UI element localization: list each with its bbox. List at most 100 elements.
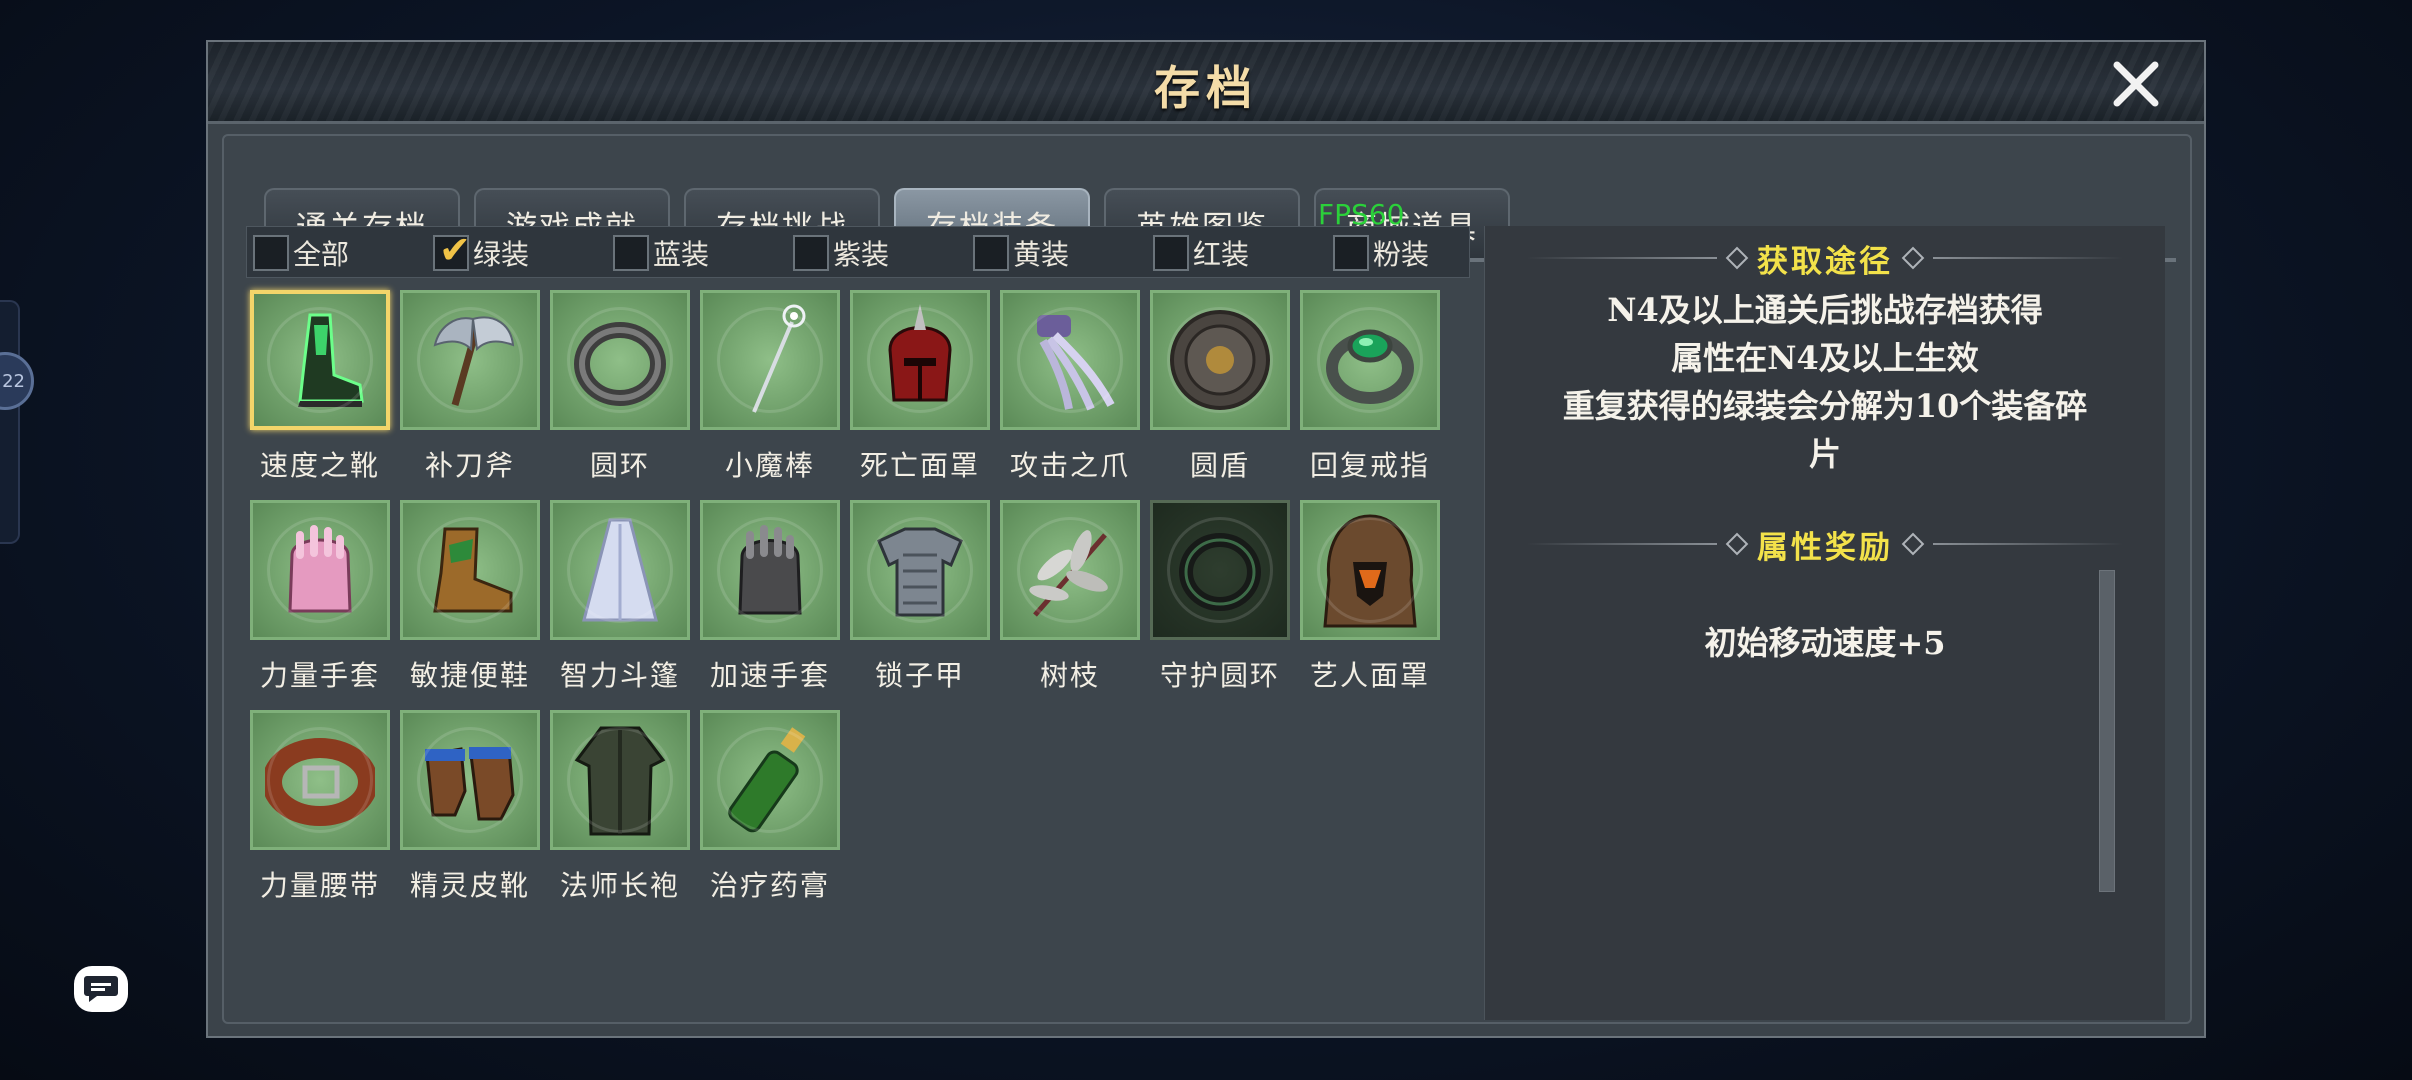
shield-icon (1170, 310, 1270, 410)
equipment-item[interactable]: 精灵皮靴 (400, 710, 540, 904)
salve-bottle-icon (728, 727, 806, 833)
item-icon-frame[interactable] (400, 500, 540, 640)
item-icon-frame[interactable] (250, 710, 390, 850)
equipment-item[interactable]: 补刀斧 (400, 290, 540, 484)
rarity-filter-bar: 全部 ✔ 绿装 蓝装 紫装 黄装 红装 粉装 (246, 226, 1470, 278)
header-divider (1527, 543, 1717, 545)
close-icon (2113, 61, 2159, 107)
item-icon-frame[interactable] (850, 290, 990, 430)
branch-icon (1029, 530, 1108, 617)
equipment-item[interactable]: 树枝 (1000, 500, 1140, 694)
obtain-description: N4及以上通关后挑战存档获得 属性在N4及以上生效 重复获得的绿装会分解为10个… (1545, 286, 2105, 478)
filter-checkbox[interactable] (793, 235, 829, 271)
checkmark-icon: ✔ (439, 228, 471, 272)
equipment-item[interactable]: 速度之靴 (250, 290, 390, 484)
slipper-icon (433, 527, 513, 613)
guard-ring-icon (1179, 533, 1261, 611)
item-name: 敏捷便鞋 (409, 659, 530, 692)
equipment-item[interactable]: 法师长袍 (550, 710, 690, 904)
item-icon-frame[interactable] (1000, 500, 1140, 640)
reward-section-header: 属性奖励 (1485, 524, 2165, 566)
equipment-item[interactable]: 圆盾 (1150, 290, 1290, 484)
item-icon-frame[interactable] (250, 500, 390, 640)
chat-button[interactable] (74, 966, 128, 1012)
diamond-ornament-icon (1725, 246, 1749, 270)
item-icon-frame[interactable] (700, 500, 840, 640)
item-name: 力量手套 (259, 659, 380, 692)
filter-purple[interactable]: 紫装 (793, 233, 889, 273)
diamond-ornament-icon (1725, 532, 1749, 556)
filter-checkbox[interactable]: ✔ (433, 231, 471, 271)
emerald-ring-icon (1326, 329, 1414, 404)
item-name: 回复戒指 (1309, 449, 1430, 482)
equipment-item[interactable]: 回复戒指 (1300, 290, 1440, 484)
chat-bubble-icon (84, 976, 118, 1002)
side-panel-tab[interactable] (0, 300, 20, 544)
equipment-item[interactable]: 智力斗篷 (550, 500, 690, 694)
ring-icon (574, 322, 666, 406)
item-name: 治疗药膏 (709, 869, 830, 902)
filter-label: 紫装 (833, 238, 890, 271)
item-icon-frame[interactable] (700, 710, 840, 850)
filter-checkbox[interactable] (1153, 235, 1189, 271)
gauntlet-icon (738, 525, 802, 615)
equipment-item[interactable]: 加速手套 (700, 500, 840, 694)
item-name: 树枝 (1039, 659, 1100, 692)
obtain-section-title: 获取途径 (1757, 243, 1893, 280)
claw-icon (1037, 315, 1115, 411)
player-level-badge[interactable]: 22 (0, 352, 34, 410)
equipment-item[interactable]: 锁子甲 (850, 500, 990, 694)
filter-yellow[interactable]: 黄装 (973, 233, 1069, 273)
filter-all[interactable]: 全部 (253, 233, 349, 273)
equipment-item[interactable]: 力量手套 (250, 500, 390, 694)
filter-red[interactable]: 红装 (1153, 233, 1249, 273)
filter-checkbox[interactable] (973, 235, 1009, 271)
item-icon-frame[interactable] (550, 500, 690, 640)
equipment-item[interactable]: 小魔棒 (700, 290, 840, 484)
item-icon-frame[interactable] (1150, 500, 1290, 640)
filter-pink[interactable]: 粉装 (1333, 233, 1429, 273)
item-name: 圆盾 (1189, 449, 1250, 482)
equipment-item[interactable]: 敏捷便鞋 (400, 500, 540, 694)
equipment-item[interactable]: 死亡面罩 (850, 290, 990, 484)
item-icon-frame[interactable] (1000, 290, 1140, 430)
item-detail-panel: 获取途径 N4及以上通关后挑战存档获得 属性在N4及以上生效 重复获得的绿装会分… (1484, 226, 2165, 1020)
item-icon-frame[interactable] (700, 290, 840, 430)
item-icon-frame[interactable] (1300, 500, 1440, 640)
item-icon-frame[interactable] (1300, 290, 1440, 430)
item-name: 智力斗篷 (559, 659, 680, 692)
equipment-item[interactable]: 治疗药膏 (700, 710, 840, 904)
equipment-item[interactable]: 艺人面罩 (1300, 500, 1440, 694)
item-icon-frame[interactable] (400, 710, 540, 850)
filter-label: 粉装 (1373, 238, 1430, 271)
equipment-item[interactable]: 力量腰带 (250, 710, 390, 904)
filter-blue[interactable]: 蓝装 (613, 233, 709, 273)
item-name: 守护圆环 (1159, 659, 1280, 692)
item-icon-frame[interactable] (550, 710, 690, 850)
item-name: 加速手套 (709, 659, 830, 692)
equipment-item[interactable]: 攻击之爪 (1000, 290, 1140, 484)
filter-checkbox[interactable] (613, 235, 649, 271)
boot-icon (298, 313, 364, 407)
item-icon-frame[interactable] (400, 290, 540, 430)
item-icon-frame[interactable] (1150, 290, 1290, 430)
filter-checkbox[interactable] (1333, 235, 1369, 271)
filter-checkbox[interactable] (253, 235, 289, 271)
header-divider (1527, 257, 1717, 259)
chainmail-icon (877, 527, 963, 617)
item-name: 攻击之爪 (1009, 449, 1130, 482)
item-icon-frame[interactable] (850, 500, 990, 640)
equipment-item[interactable]: 圆环 (550, 290, 690, 484)
equipment-item[interactable]: 守护圆环 (1150, 500, 1290, 694)
close-button[interactable] (2108, 56, 2164, 112)
item-name: 精灵皮靴 (409, 869, 530, 902)
item-name: 力量腰带 (259, 869, 380, 902)
item-icon-frame[interactable] (250, 290, 390, 430)
dialog-title: 存档 (1154, 61, 1258, 115)
filter-green[interactable]: ✔ 绿装 (433, 231, 529, 273)
reward-scrollbar[interactable] (2099, 570, 2115, 892)
item-icon-frame[interactable] (550, 290, 690, 430)
hood-icon (1323, 514, 1417, 628)
filter-label: 蓝装 (653, 238, 710, 271)
badge-text: 22 (2, 370, 25, 392)
